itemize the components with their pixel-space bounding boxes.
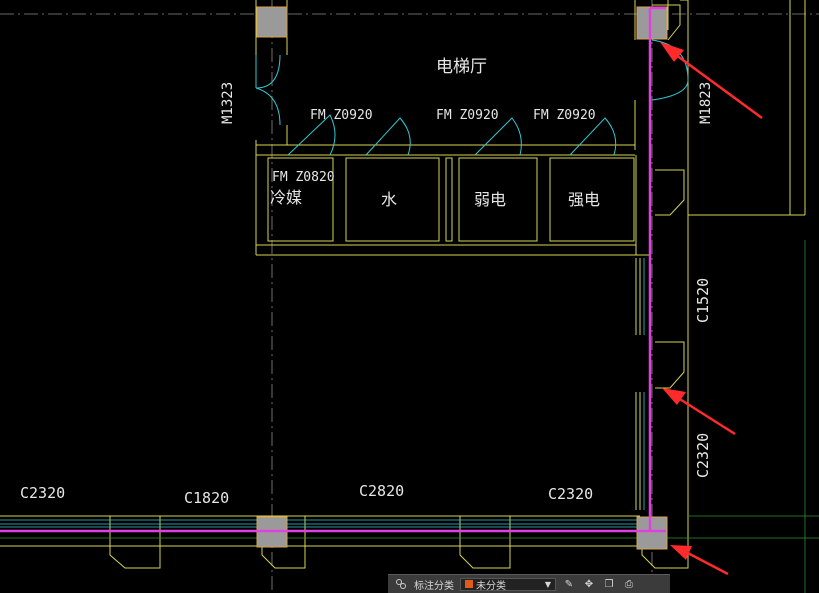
chevron-down-icon: ▼ <box>544 579 551 589</box>
door-label-left: M1323 <box>220 82 236 124</box>
toolbar-label: 标注分类 <box>414 580 454 592</box>
window-label-bottom-4: C2320 <box>548 485 593 503</box>
edit-icon[interactable]: ✎ <box>562 577 576 591</box>
category-select-value: 未分类 <box>476 580 506 592</box>
columns <box>256 6 668 550</box>
annotation-toolbar: 标注分类 未分类 ▼ ✎ ✥ ❐ ⎙ <box>388 574 670 593</box>
room-name-2: 水 <box>381 190 397 209</box>
window-label-bottom-3: C2820 <box>359 482 404 500</box>
room-name-3: 弱电 <box>474 190 506 209</box>
column-top-left <box>256 6 288 38</box>
door-label-right: M1823 <box>698 82 714 124</box>
highlight-path <box>0 6 666 533</box>
column-top-right <box>636 6 668 40</box>
arrow-middle <box>662 388 736 436</box>
print-icon[interactable]: ⎙ <box>622 577 636 591</box>
category-select[interactable]: 未分类 ▼ <box>460 577 556 592</box>
group-icon[interactable] <box>394 577 408 591</box>
lobby-title: 电梯厅 <box>436 57 487 77</box>
right-window-frames <box>635 4 685 510</box>
copy-icon[interactable]: ❐ <box>602 577 616 591</box>
room-name-1: 冷媒 <box>270 188 302 207</box>
room-door-4: FM Z0920 <box>533 108 596 123</box>
move-icon[interactable]: ✥ <box>582 577 596 591</box>
arrow-bottom <box>670 545 729 576</box>
upper-walls <box>255 0 806 560</box>
category-color-swatch <box>465 580 473 588</box>
window-label-right-1: C1520 <box>694 278 712 323</box>
room-door-2: FM Z0920 <box>310 108 373 123</box>
window-label-bottom-2: C1820 <box>184 489 229 507</box>
room-door-3: FM Z0920 <box>436 108 499 123</box>
cad-drawing-canvas[interactable]: 电梯厅 M1323 M1823 FM Z0820 FM Z0920 FM Z09… <box>0 0 819 593</box>
window-label-right-2: C2320 <box>694 433 712 478</box>
room-door-1: FM Z0820 <box>272 170 335 185</box>
room-name-4: 强电 <box>568 190 600 209</box>
window-label-bottom-1: C2320 <box>20 484 65 502</box>
column-bottom-right <box>636 516 668 550</box>
